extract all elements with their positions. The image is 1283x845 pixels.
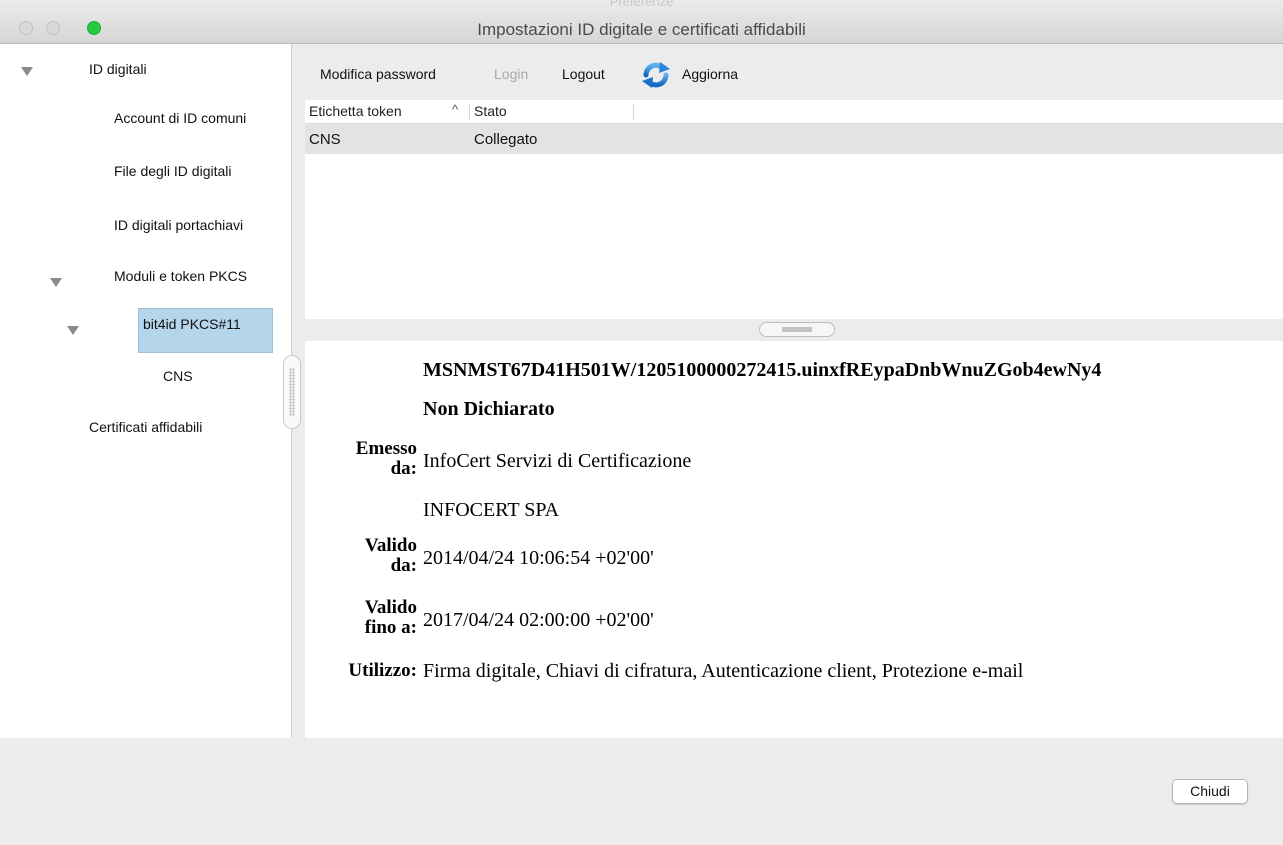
toolbar: Modifica password Login Logout Aggiorna (305, 44, 1283, 100)
refresh-button[interactable]: Aggiorna (682, 66, 738, 82)
sidebar-item-id-digitali[interactable]: ID digitali (89, 61, 147, 77)
token-label-cell: CNS (309, 131, 341, 148)
valid-from-value: 2014/04/24 10:06:54 +02'00' (423, 547, 654, 569)
issuer-line2: INFOCERT SPA (423, 499, 560, 521)
logout-button[interactable]: Logout (562, 66, 605, 82)
valid-from-label-line1: Valido (364, 535, 417, 556)
valid-to-label-line2: fino a: (364, 617, 417, 638)
certificate-name: MSNMST67D41H501W/1205100000272415.uinxfR… (423, 359, 1102, 381)
valid-from-label: Valido da: (365, 536, 417, 576)
sidebar-item-moduli-token-pkcs[interactable]: Moduli e token PKCS (114, 268, 247, 284)
issued-by-label-line1: Emesso (355, 438, 417, 459)
valid-to-value: 2017/04/24 02:00:00 +02'00' (423, 609, 654, 631)
close-button[interactable]: Chiudi (1172, 779, 1248, 804)
column-header-etichetta-token[interactable]: Etichetta token (309, 103, 402, 119)
usage-label: Utilizzo: (348, 660, 417, 681)
usage-value: Firma digitale, Chiavi di cifratura, Aut… (423, 660, 1024, 682)
split-divider (305, 319, 1283, 341)
table-header: Etichetta token ^ Stato (305, 100, 1283, 124)
disclosure-triangle-icon[interactable] (50, 278, 62, 287)
sidebar-item-id-digitali-portachiavi[interactable]: ID digitali portachiavi (114, 217, 243, 233)
title-bar: Preferenze Impostazioni ID digitale e ce… (0, 0, 1283, 44)
token-table: Etichetta token ^ Stato CNS Collegato (305, 100, 1283, 319)
disclosure-triangle-icon[interactable] (21, 67, 33, 76)
parent-window-title: Preferenze (609, 0, 674, 9)
sidebar-item-certificati-affidabili[interactable]: Certificati affidabili (89, 419, 202, 435)
refresh-icon[interactable] (640, 59, 672, 91)
footer-bar: Chiudi (0, 738, 1283, 845)
login-button[interactable]: Login (494, 66, 528, 82)
column-header-stato[interactable]: Stato (474, 103, 507, 119)
issued-by-label-line2: da: (390, 458, 417, 479)
grip-icon (289, 368, 295, 416)
column-separator[interactable] (469, 104, 470, 120)
grip-icon (782, 327, 812, 332)
sidebar-item-account-id-comuni[interactable]: Account di ID comuni (114, 110, 246, 126)
valid-from-label-line2: da: (390, 555, 417, 576)
sidebar-item-bit4id-pkcs11[interactable]: bit4id PKCS#11 (143, 316, 241, 332)
window-title: Impostazioni ID digitale e certificati a… (477, 20, 806, 39)
sort-ascending-icon: ^ (452, 102, 459, 117)
sidebar-splitter-handle[interactable] (283, 355, 301, 429)
sidebar-item-cns[interactable]: CNS (163, 368, 193, 384)
valid-to-label-line1: Valido (364, 597, 417, 618)
certificate-subtitle: Non Dichiarato (423, 398, 555, 420)
issued-by-label: Emesso da: (356, 439, 417, 479)
table-row[interactable]: CNS Collegato (305, 124, 1283, 154)
valid-to-label: Valido fino a: (365, 598, 417, 638)
issuer-line1: InfoCert Servizi di Certificazione (423, 450, 692, 472)
token-status-cell: Collegato (474, 131, 538, 148)
column-separator[interactable] (633, 104, 634, 120)
sidebar-tree: ID digitali Account di ID comuni File de… (0, 44, 292, 738)
dialog-window: Preferenze Impostazioni ID digitale e ce… (0, 0, 1283, 845)
split-divider-handle[interactable] (759, 322, 835, 337)
sidebar-item-file-id-digitali[interactable]: File degli ID digitali (114, 163, 232, 179)
certificate-details-panel: MSNMST67D41H501W/1205100000272415.uinxfR… (305, 341, 1283, 738)
disclosure-triangle-icon[interactable] (67, 326, 79, 335)
change-password-button[interactable]: Modifica password (320, 66, 436, 82)
